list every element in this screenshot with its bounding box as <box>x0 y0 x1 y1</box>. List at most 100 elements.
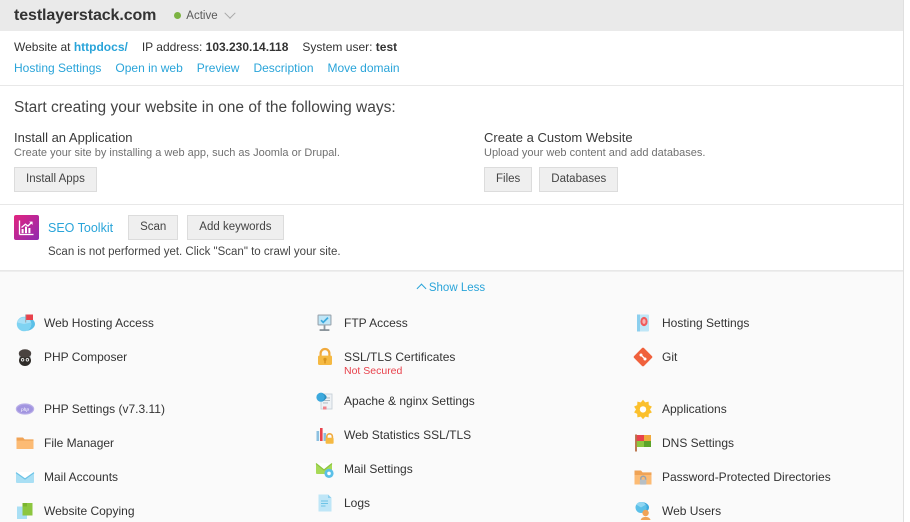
tools-column-1: Web Hosting Access PHP Composer php PHP … <box>0 306 315 522</box>
website-at-group: Website at httpdocs/ <box>14 40 128 54</box>
logs-icon <box>315 493 335 513</box>
tool-label: File Manager <box>44 436 115 450</box>
tool-label: PHP Settings (v7.3.11) <box>44 402 165 416</box>
status-dot-icon <box>174 12 182 19</box>
databases-button[interactable]: Databases <box>539 167 619 192</box>
domain-info-strip: Website at httpdocs/IP address: 103.230.… <box>0 31 903 86</box>
domain-info-line: Website at httpdocs/IP address: 103.230.… <box>14 40 889 54</box>
tool-label: Mail Settings <box>344 462 413 476</box>
website-at-label: Website at <box>14 40 71 54</box>
tool-php-settings[interactable]: php PHP Settings (v7.3.11) <box>15 374 315 426</box>
tool-mail-accounts[interactable]: Mail Accounts <box>15 460 315 494</box>
status-badge[interactable]: Active <box>174 7 236 22</box>
tool-ftp-access[interactable]: FTP Access <box>315 306 633 340</box>
tool-label: Web Users <box>662 504 722 518</box>
tools-column-2: FTP Access SSL/TLS Certificates Not Secu… <box>315 306 633 522</box>
tool-website-copying[interactable]: Website Copying <box>15 494 315 522</box>
tool-password-protected-directories[interactable]: Password-Protected Directories <box>633 460 889 494</box>
tool-label: Applications <box>662 402 727 416</box>
git-icon <box>633 347 653 367</box>
show-less-toggle[interactable]: Show Less <box>416 281 486 294</box>
dns-settings-icon <box>633 433 653 453</box>
tools-column-3: Hosting Settings Git Applications DNS Se… <box>633 306 889 522</box>
web-hosting-access-icon <box>15 313 35 333</box>
web-users-icon <box>633 501 653 521</box>
link-description[interactable]: Description <box>253 61 313 75</box>
tool-file-manager[interactable]: File Manager <box>15 426 315 460</box>
create-website-heading: Start creating your website in one of th… <box>14 99 396 116</box>
tool-hosting-settings[interactable]: Hosting Settings <box>633 306 889 340</box>
page-title: testlayerstack.com <box>14 6 157 24</box>
ip-address-group: IP address: 103.230.14.118 <box>142 40 289 54</box>
seo-scan-button[interactable]: Scan <box>128 215 179 240</box>
ip-address-value: 103.230.14.118 <box>205 40 289 54</box>
apache-nginx-icon <box>315 391 335 411</box>
tool-php-composer[interactable]: PHP Composer <box>15 340 315 374</box>
tool-web-statistics[interactable]: Web Statistics SSL/TLS <box>315 418 633 452</box>
file-manager-icon <box>15 433 35 453</box>
applications-icon <box>633 399 653 420</box>
system-user-value: test <box>375 40 398 54</box>
php-composer-icon <box>15 347 35 367</box>
seo-add-keywords-button[interactable]: Add keywords <box>187 215 284 240</box>
mail-settings-icon <box>315 459 335 479</box>
tools-columns: Web Hosting Access PHP Composer php PHP … <box>0 306 903 522</box>
mail-accounts-icon <box>15 467 35 487</box>
ssl-certificates-icon <box>315 347 335 367</box>
tool-logs[interactable]: Logs <box>315 486 633 520</box>
tool-label: Mail Accounts <box>44 470 119 484</box>
tool-label: Web Hosting Access <box>44 316 154 330</box>
tool-label: FTP Access <box>344 316 408 330</box>
custom-website-description: Upload your web content and add database… <box>484 147 706 159</box>
seo-toolkit-link[interactable]: SEO Toolkit <box>48 221 113 235</box>
seo-scan-note: Scan is not performed yet. Click "Scan" … <box>48 246 341 258</box>
svg-text:php: php <box>20 407 29 413</box>
link-move-domain[interactable]: Move domain <box>328 61 400 75</box>
link-hosting-settings[interactable]: Hosting Settings <box>14 61 101 75</box>
password-protected-dirs-icon <box>633 467 653 487</box>
caret-up-icon <box>416 283 427 294</box>
tool-label: SSL/TLS Certificates <box>344 350 456 364</box>
install-application-column: Install an Application Create your site … <box>14 130 484 192</box>
tool-label: Web Statistics SSL/TLS <box>344 428 472 442</box>
domain-title-bar: testlayerstack.com Active <box>0 0 903 31</box>
tool-applications[interactable]: Applications <box>633 374 889 426</box>
php-settings-icon: php <box>15 399 35 419</box>
ip-address-label: IP address: <box>141 40 203 54</box>
tool-label: Website Copying <box>44 504 135 518</box>
show-less-bar: Show Less <box>0 271 903 300</box>
hosting-settings-icon <box>633 313 653 333</box>
httpdocs-link[interactable]: httpdocs/ <box>74 40 128 54</box>
custom-website-column: Create a Custom Website Upload your web … <box>484 130 705 192</box>
install-application-title: Install an Application <box>14 130 133 145</box>
tool-dns-settings[interactable]: DNS Settings <box>633 426 889 460</box>
tool-apache-nginx-settings[interactable]: Apache & nginx Settings <box>315 384 633 418</box>
tool-git[interactable]: Git <box>633 340 889 374</box>
tool-label: Git <box>662 350 678 364</box>
seo-chart-icon <box>14 215 39 240</box>
tool-label: DNS Settings <box>662 436 735 450</box>
create-website-section: Start creating your website in one of th… <box>0 86 903 205</box>
system-user-label: System user: <box>302 40 373 54</box>
seo-toolkit-section: SEO Toolkit Scan Add keywords Scan is no… <box>0 205 903 271</box>
domain-overview-page: testlayerstack.com Active Website at htt… <box>0 0 904 522</box>
tool-label: Password-Protected Directories <box>662 470 831 484</box>
link-open-in-web[interactable]: Open in web <box>115 61 182 75</box>
status-label: Active <box>186 9 218 22</box>
install-application-description: Create your site by installing a web app… <box>14 147 340 159</box>
tools-grid: Web Hosting Access PHP Composer php PHP … <box>0 300 903 522</box>
files-button[interactable]: Files <box>484 167 533 192</box>
tool-label: Apache & nginx Settings <box>344 394 475 408</box>
tool-label: Logs <box>344 496 371 510</box>
install-apps-button[interactable]: Install Apps <box>14 167 97 192</box>
tool-label: PHP Composer <box>44 350 128 364</box>
show-less-label: Show Less <box>428 281 486 294</box>
tool-ssl-certificates[interactable]: SSL/TLS Certificates Not Secured <box>315 340 633 384</box>
system-user-group: System user: test <box>302 40 397 54</box>
custom-website-title: Create a Custom Website <box>484 130 633 145</box>
tool-web-users[interactable]: Web Users <box>633 494 889 522</box>
chevron-down-icon[interactable] <box>223 7 236 19</box>
tool-web-hosting-access[interactable]: Web Hosting Access <box>15 306 315 340</box>
tool-mail-settings[interactable]: Mail Settings <box>315 452 633 486</box>
link-preview[interactable]: Preview <box>197 61 240 75</box>
